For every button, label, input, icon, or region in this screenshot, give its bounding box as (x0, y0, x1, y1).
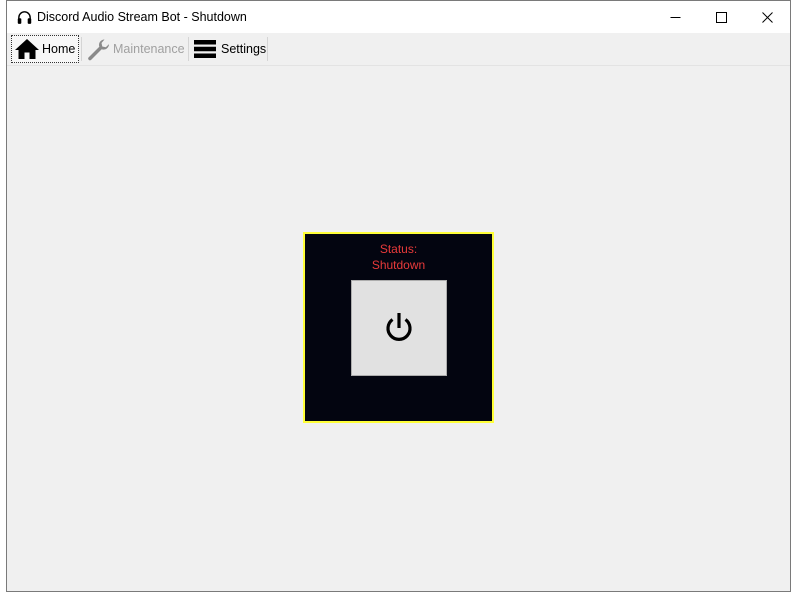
status-panel: Status: Shutdown (303, 232, 494, 423)
close-button[interactable] (744, 1, 790, 33)
app-window: Discord Audio Stream Bot - Shutdown Home (6, 0, 791, 592)
title-bar[interactable]: Discord Audio Stream Bot - Shutdown (7, 1, 790, 33)
maximize-button[interactable] (698, 1, 744, 33)
minimize-button[interactable] (652, 1, 698, 33)
settings-tab[interactable]: Settings (189, 35, 267, 63)
toolbar-separator (81, 37, 82, 61)
maximize-icon (715, 11, 727, 23)
settings-tab-label: Settings (221, 42, 267, 56)
menu-icon (194, 40, 216, 58)
toolbar: Home Maintenance Settings (7, 33, 790, 66)
maintenance-tab[interactable]: Maintenance (83, 35, 187, 63)
home-tab-label: Home (42, 42, 76, 56)
window-title: Discord Audio Stream Bot - Shutdown (37, 10, 247, 24)
close-icon (761, 11, 773, 23)
wrench-icon (88, 39, 109, 61)
status-label: Status: (379, 242, 418, 256)
status-value: Shutdown (371, 258, 426, 272)
home-icon (15, 39, 39, 59)
power-icon (386, 313, 412, 341)
headphones-icon (17, 11, 32, 24)
home-tab[interactable]: Home (11, 35, 79, 63)
power-button[interactable] (351, 280, 447, 376)
toolbar-separator (267, 37, 268, 61)
maintenance-tab-label: Maintenance (113, 42, 185, 56)
minimize-icon (670, 16, 680, 18)
